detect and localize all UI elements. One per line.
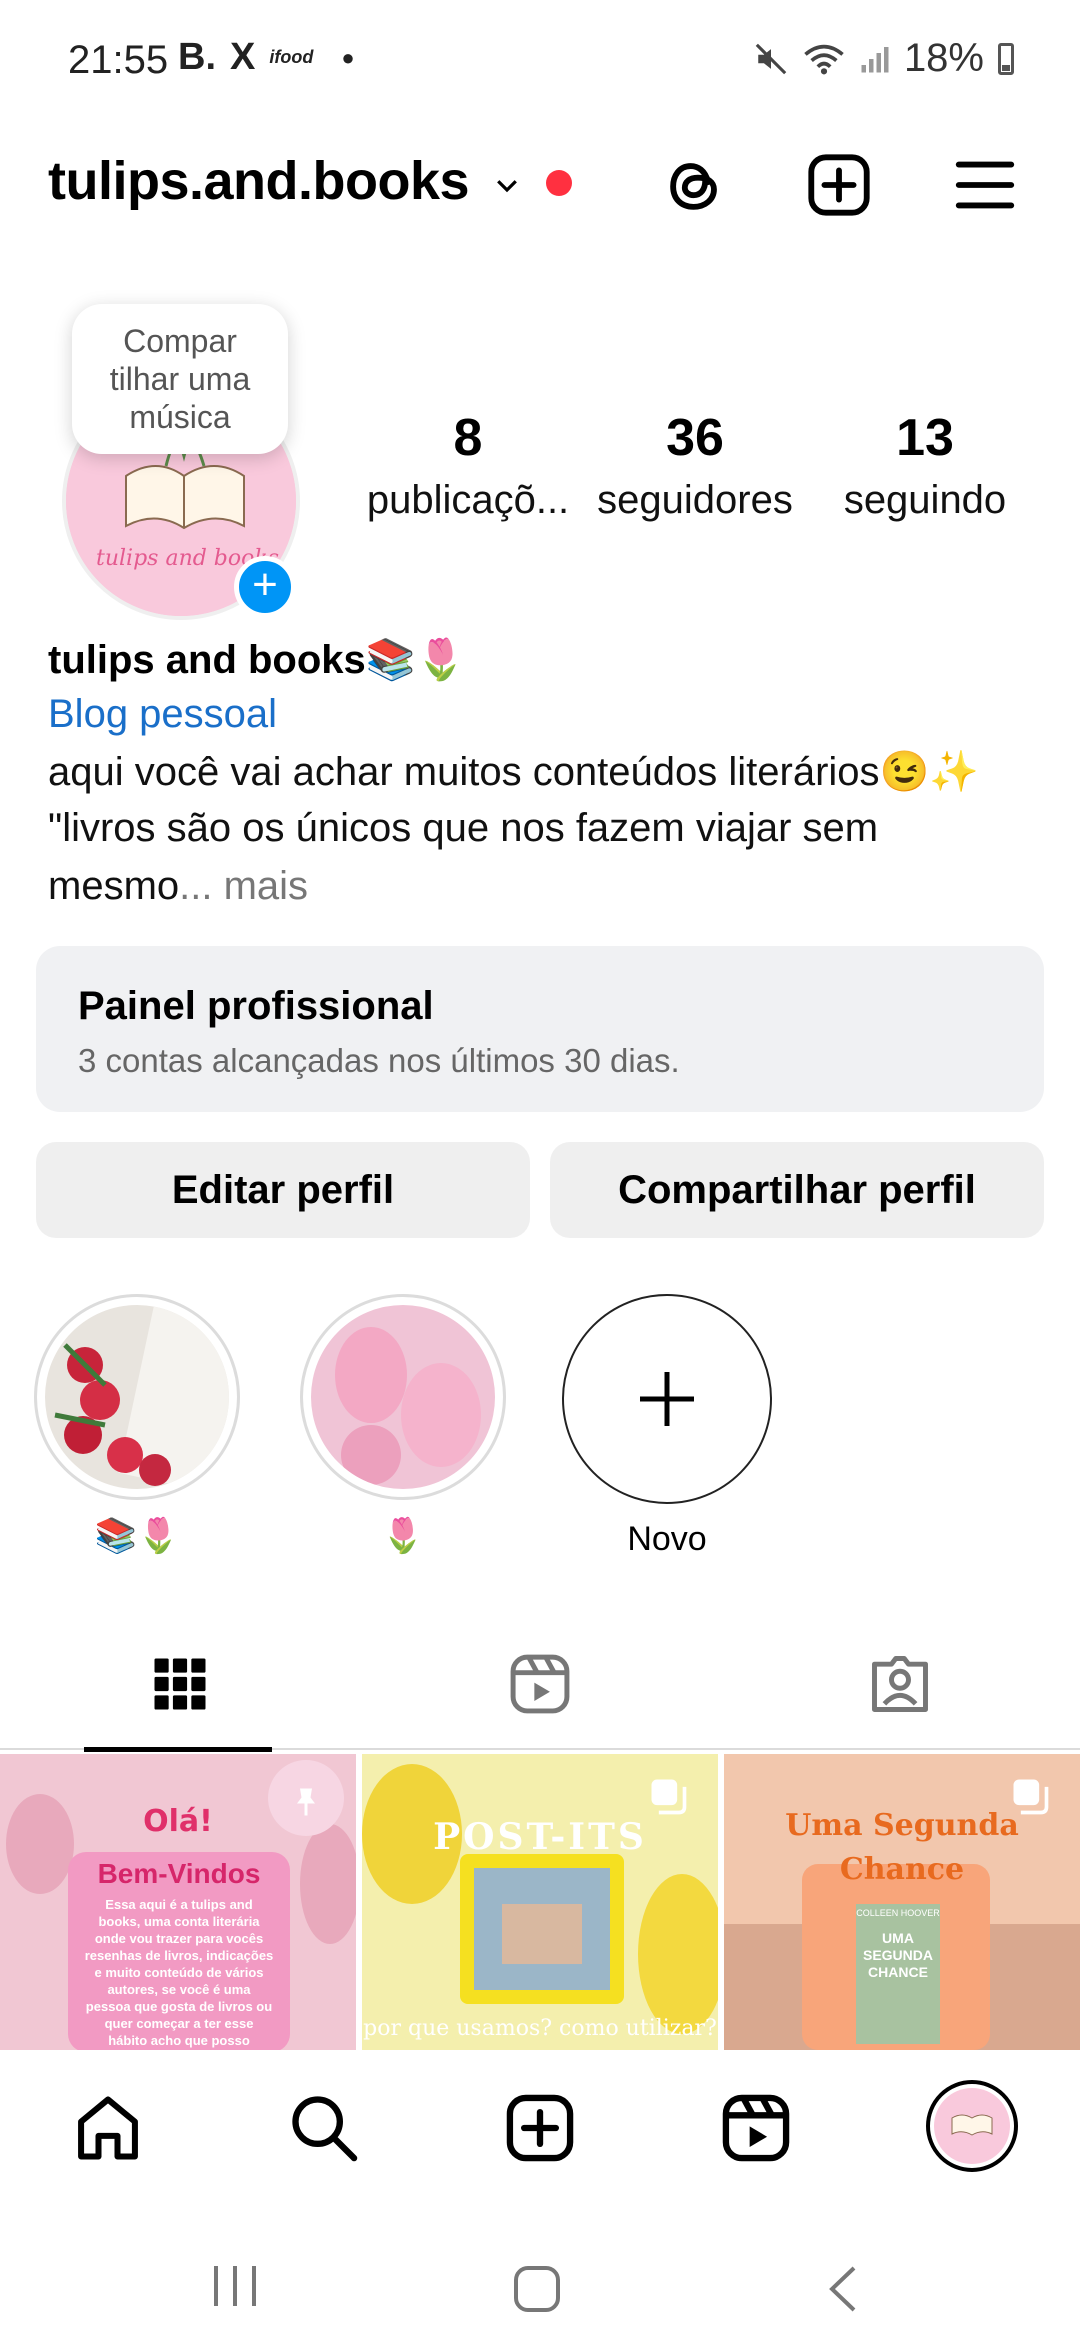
battery-level: 18% [903, 36, 984, 80]
dashboard-subtitle: 3 contas alcançadas nos últimos 30 dias. [78, 1042, 680, 1079]
new-highlight-button[interactable]: Novo [562, 1294, 772, 1559]
music-prompt-line: música [129, 399, 231, 435]
book-title: UMA SEGUNDA CHANCE [862, 1930, 933, 1980]
post-thumbnail[interactable]: Uma Segunda Chance COLLEEN HOOVER UMA SE… [724, 1754, 1080, 2050]
highlight-cover-tulips-book [45, 1305, 229, 1489]
plus-icon [640, 1372, 694, 1426]
wifi-icon [804, 44, 844, 74]
highlight-ring [34, 1294, 240, 1500]
posts-count: 8 [453, 409, 483, 467]
share-music-bubble[interactable]: Compar tilhar uma música [72, 304, 288, 454]
followers-count: 36 [666, 409, 724, 467]
following-count: 13 [896, 409, 954, 467]
carousel-icon [1013, 1779, 1049, 1815]
display-name: tulips and books📚🌷 [48, 638, 466, 682]
stat-posts[interactable]: 8 publicaçõ... [358, 408, 578, 523]
new-highlight-label: Novo [627, 1520, 707, 1558]
bio-text: mesmo [48, 864, 180, 908]
threads-icon[interactable] [660, 150, 730, 220]
music-prompt-line: Compar [123, 323, 237, 359]
search-icon[interactable] [286, 2090, 362, 2166]
recent-apps-icon[interactable] [210, 2264, 260, 2308]
followers-label: seguidores [597, 478, 793, 522]
avatar [934, 2088, 1010, 2164]
highlight-ring [300, 1294, 506, 1500]
bio-line-last: mesmo... mais [48, 864, 308, 909]
bio-more-link[interactable]: ... mais [179, 864, 308, 908]
menu-icon[interactable] [950, 150, 1020, 220]
post-subtitle: Chance [839, 1852, 965, 1887]
notification-dot [546, 170, 572, 196]
tab-tagged[interactable] [720, 1620, 1080, 1750]
story-highlight[interactable]: 📚🌷 [34, 1294, 240, 1556]
book-author: COLLEEN HOOVER [856, 1908, 940, 1918]
status-right: 18% [754, 36, 1014, 81]
grid-icon [154, 1658, 206, 1710]
bio-line: aqui você vai achar muitos conteúdos lit… [48, 750, 980, 794]
new-highlight-ring [562, 1294, 772, 1504]
notification-icons: B. X ifood ● [178, 36, 355, 79]
profile-nav-avatar[interactable] [926, 2080, 1018, 2172]
following-label: seguindo [843, 478, 1007, 522]
edit-profile-button[interactable]: Editar perfil [36, 1142, 530, 1238]
more-notifications-icon: ● [341, 44, 355, 70]
reels-icon [510, 1654, 570, 1714]
highlight-label: 🌷 [381, 1517, 425, 1555]
stat-following[interactable]: 13 seguindo [830, 408, 1020, 523]
pinned-icon [297, 1788, 315, 1816]
home-button-icon[interactable] [512, 2264, 562, 2314]
status-bar: 21:55 B. X ifood ● 18% [0, 0, 1080, 120]
bottom-navigation [0, 2050, 1080, 2200]
posts-grid: Olá! Bem-Vindos Essa aqui é a tulips and… [0, 1754, 1080, 2050]
tab-grid[interactable] [0, 1620, 360, 1752]
status-time: 21:55 [68, 38, 169, 82]
post-thumbnail[interactable]: Olá! Bem-Vindos Essa aqui é a tulips and… [0, 1754, 356, 2050]
carousel-icon [651, 1779, 687, 1815]
back-icon[interactable] [824, 2264, 860, 2314]
signal-icon [861, 46, 889, 72]
add-story-button[interactable]: + [234, 556, 296, 618]
system-navigation [0, 2200, 1080, 2340]
home-icon[interactable] [70, 2090, 146, 2166]
mute-icon [755, 43, 787, 74]
category-label: Blog pessoal [48, 692, 278, 736]
bio-line: "livros são os únicos que nos fazem viaj… [48, 806, 879, 850]
post-thumbnail[interactable]: POST-ITS por que usamos? como utilizar? [362, 1754, 718, 2050]
dashboard-title: Painel profissional [78, 984, 434, 1028]
ifood-app-icon: ifood [269, 47, 314, 67]
create-post-icon[interactable] [502, 2090, 578, 2166]
profile-tabs [0, 1620, 1080, 1752]
share-profile-button[interactable]: Compartilhar perfil [550, 1142, 1044, 1238]
highlight-cover-pink-tulips [311, 1305, 495, 1489]
tagged-person-icon [872, 1656, 928, 1712]
post-subtitle: por que usamos? como utilizar? [363, 2016, 717, 2041]
b-app-icon: B. [178, 36, 216, 78]
post-subtitle: Bem-Vindos [97, 1858, 261, 1889]
create-icon[interactable] [804, 150, 874, 220]
post-body-text: Essa aqui é a tulips and books, uma cont… [84, 1897, 274, 2048]
post-title: POST-ITS [433, 1816, 647, 1858]
reels-nav-icon[interactable] [718, 2090, 794, 2166]
battery-icon [998, 42, 1014, 75]
professional-dashboard[interactable]: Painel profissional 3 contas alcançadas … [36, 946, 1044, 1112]
story-highlight[interactable]: 🌷 [300, 1294, 506, 1556]
music-prompt-line: tilhar uma [109, 361, 251, 397]
tab-reels[interactable] [360, 1620, 720, 1750]
chevron-down-icon[interactable] [492, 170, 522, 200]
active-tab-indicator [84, 1747, 272, 1752]
highlight-label: 📚🌷 [94, 1517, 180, 1555]
x-app-icon: X [230, 36, 256, 78]
profile-header: tulips.and.books [0, 140, 1080, 230]
stat-followers[interactable]: 36 seguidores [590, 408, 800, 523]
account-switcher[interactable]: tulips.and.books [48, 150, 470, 212]
posts-label: publicaçõ... [366, 478, 570, 522]
